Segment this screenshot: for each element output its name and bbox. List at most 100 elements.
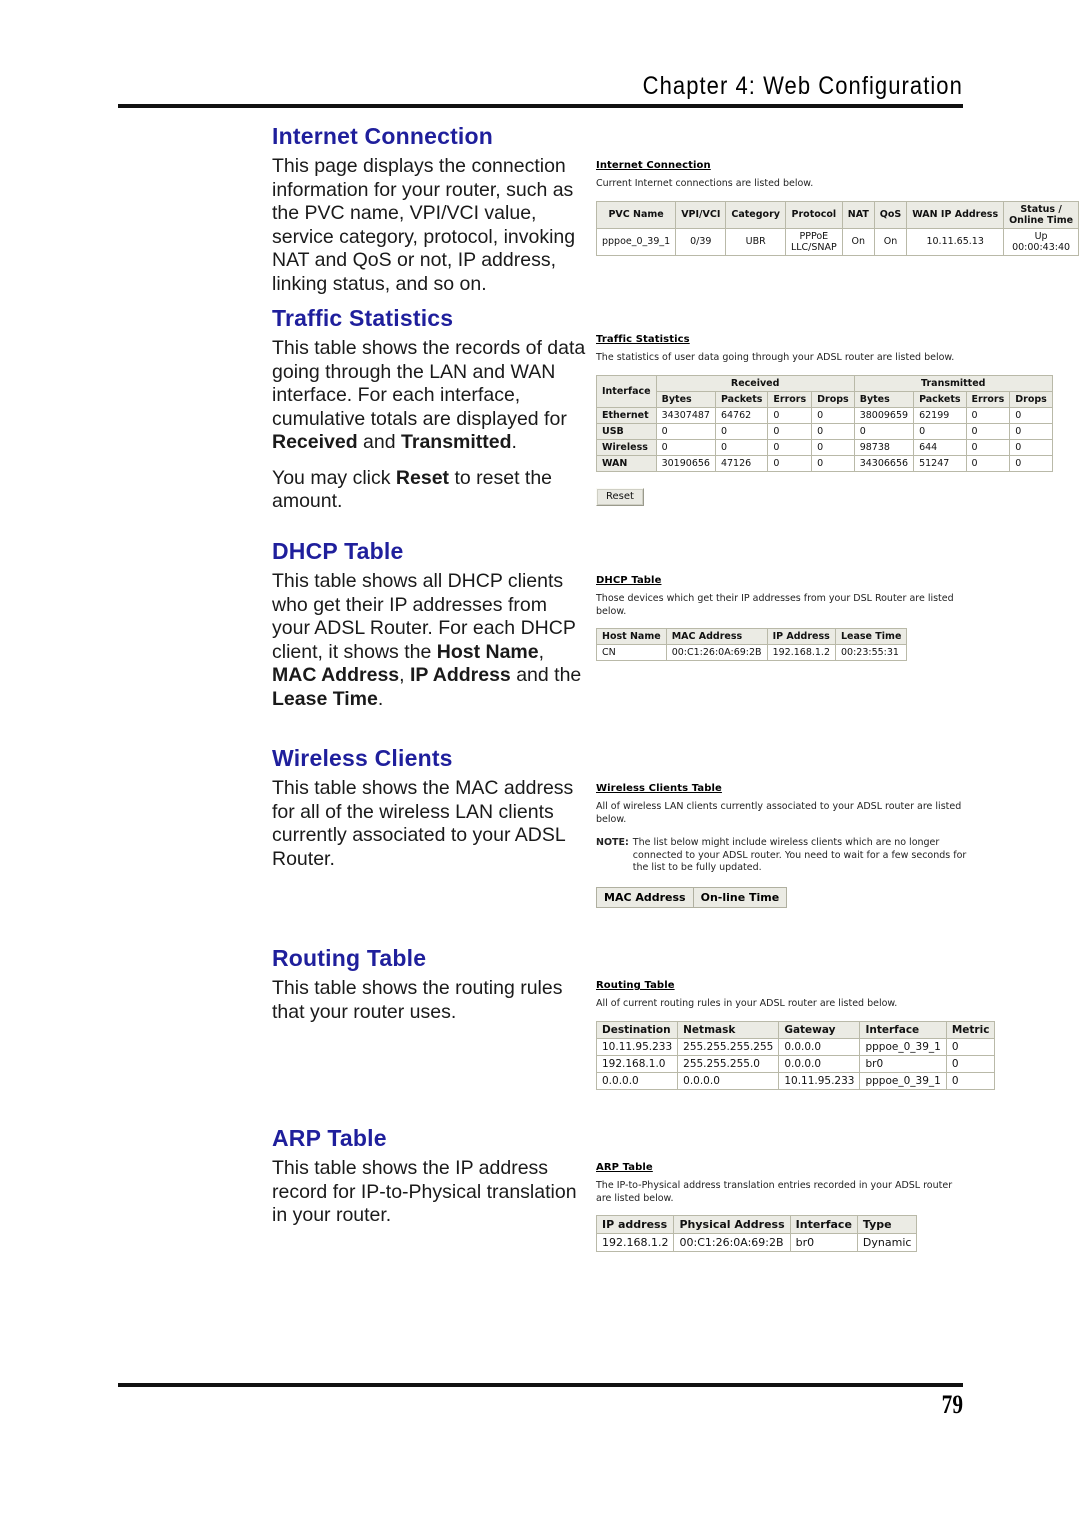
- dhcp-table: Host Name MAC Address IP Address Lease T…: [596, 628, 908, 661]
- col-tx-drops: Drops: [1009, 390, 1053, 408]
- cell-qos: On: [873, 227, 908, 256]
- cell-nat: On: [841, 227, 875, 256]
- cell-rx-drops: 0: [811, 422, 855, 440]
- cell-ip-address: 192.168.1.2: [595, 1233, 675, 1252]
- cell-tx-bytes: 98738: [853, 438, 915, 456]
- paragraph-dhcp-table: This table shows all DHCP clients who ge…: [272, 570, 590, 711]
- cell-tx-bytes: 38009659: [853, 406, 915, 424]
- tx-2b: Reset: [395, 466, 450, 489]
- figure-desc-wireless-clients: All of wireless LAN clients currently as…: [596, 801, 962, 825]
- col-gateway: Gateway: [778, 1020, 861, 1039]
- section-wireless-clients: Wireless Clients This table shows the MA…: [272, 745, 590, 883]
- dh-i: .: [377, 687, 384, 710]
- figure-desc-dhcp-table: Those devices which get their IP address…: [596, 593, 954, 617]
- cell-tx-drops: 0: [1009, 406, 1053, 424]
- col-rx-drops: Drops: [811, 390, 855, 408]
- col-metric: Metric: [945, 1020, 996, 1039]
- cell-gateway: 10.11.95.233: [778, 1071, 861, 1090]
- cell-rx-bytes: 0: [655, 422, 716, 440]
- figure-routing-table: Routing Table All of current routing rul…: [595, 980, 996, 1090]
- col-tx-errors: Errors: [965, 390, 1011, 408]
- cell-interface: pppoe_0_39_1: [859, 1037, 947, 1056]
- cell-tx-bytes: 0: [853, 422, 915, 440]
- tx-1a: This table shows the records of data goi…: [272, 337, 586, 430]
- cell-rx-drops: 0: [811, 406, 855, 424]
- cell-rx-errors: 0: [767, 406, 813, 424]
- table-row: WAN 30190656 47126 0 0 34306656 51247 0 …: [596, 454, 1053, 472]
- cell-rx-packets: 47126: [714, 454, 769, 472]
- dh-e: ,: [399, 664, 410, 687]
- cell-vpi-vci: 0/39: [675, 227, 727, 256]
- cell-rx-packets: 64762: [714, 406, 769, 424]
- cell-rx-errors: 0: [767, 454, 813, 472]
- cell-netmask: 255.255.255.0: [677, 1054, 780, 1073]
- figure-desc-traffic-statistics: The statistics of user data going throug…: [596, 352, 955, 363]
- col-nat: NAT: [841, 200, 875, 229]
- section-arp-table: ARP Table This table shows the IP addres…: [272, 1125, 590, 1240]
- paragraph-wireless-clients: This table shows the MAC address for all…: [272, 777, 574, 870]
- cell-interface: br0: [859, 1054, 947, 1073]
- tx-1d: Transmitted: [401, 431, 512, 454]
- heading-traffic-statistics: Traffic Statistics: [272, 305, 454, 331]
- cell-tx-packets: 0: [913, 422, 967, 440]
- table-row: USB 0 0 0 0 0 0 0 0: [596, 422, 1053, 440]
- reset-button[interactable]: Reset: [596, 487, 644, 506]
- status-line1: Up: [1034, 230, 1048, 242]
- section-routing-table: Routing Table This table shows the routi…: [272, 945, 590, 1036]
- col-rx-bytes: Bytes: [655, 390, 716, 408]
- cell-tx-drops: 0: [1009, 438, 1053, 456]
- cell-wan-ip-address: 10.11.65.13: [906, 227, 1005, 256]
- paragraph-arp-table: This table shows the IP address record f…: [272, 1157, 577, 1227]
- chapter-title: Chapter 4: Web Configuration: [642, 72, 963, 100]
- figure-desc-routing-table: All of current routing rules in your ADS…: [596, 998, 898, 1009]
- cell-host-name: CN: [596, 644, 667, 661]
- cell-rx-errors: 0: [767, 422, 813, 440]
- status-header-line1: Status /: [1020, 203, 1062, 215]
- figure-arp-table: ARP Table The IP-to-Physical address tra…: [595, 1162, 966, 1252]
- cell-tx-errors: 0: [965, 438, 1011, 456]
- table-row: Ethernet 34307487 64762 0 0 38009659 621…: [596, 406, 1053, 424]
- cell-category: UBR: [725, 227, 786, 256]
- tx-1b: Received: [272, 431, 358, 454]
- col-rx-packets: Packets: [714, 390, 769, 408]
- heading-internet-connection: Internet Connection: [272, 123, 494, 149]
- col-netmask: Netmask: [677, 1020, 780, 1039]
- dh-b: Host Name: [436, 640, 539, 663]
- cell-netmask: 0.0.0.0: [677, 1071, 780, 1090]
- cell-metric: 0: [945, 1054, 996, 1073]
- figure-title-wireless-clients: Wireless Clients Table: [596, 783, 722, 794]
- cell-type: Dynamic: [856, 1233, 918, 1252]
- cell-tx-packets: 51247: [913, 454, 967, 472]
- cell-metric: 0: [945, 1071, 996, 1090]
- table-header-group-row: Interface Received Transmitted: [596, 374, 1053, 408]
- cell-destination: 192.168.1.0: [595, 1054, 679, 1073]
- figure-internet-connection: Internet Connection Current Internet con…: [595, 160, 1080, 256]
- cell-lease-time: 00:23:55:31: [834, 644, 908, 661]
- col-mac-address: MAC Address: [665, 628, 768, 645]
- cell-pvc-name: pppoe_0_39_1: [595, 227, 677, 256]
- figure-desc-internet-connection: Current Internet connections are listed …: [596, 178, 814, 189]
- col-physical-address: Physical Address: [673, 1215, 791, 1234]
- paragraph-traffic-statistics-1: This table shows the records of data goi…: [272, 337, 590, 455]
- col-rx-errors: Errors: [767, 390, 813, 408]
- dh-g: and the: [510, 664, 582, 687]
- page-header: Chapter 4: Web Configuration: [118, 72, 963, 101]
- note-label: NOTE:: [596, 837, 629, 848]
- col-pvc-name: PVC Name: [595, 200, 677, 229]
- status-line2: 00:00:43:40: [1012, 241, 1071, 253]
- col-lease-time: Lease Time: [834, 628, 908, 645]
- table-header-row: Destination Netmask Gateway Interface Me…: [595, 1020, 996, 1039]
- col-mac-address: MAC Address: [596, 886, 694, 908]
- cell-interface: pppoe_0_39_1: [859, 1071, 947, 1090]
- figure-title-arp-table: ARP Table: [596, 1162, 653, 1173]
- cell-interface: br0: [789, 1233, 858, 1252]
- table-row: CN 00:C1:26:0A:69:2B 192.168.1.2 00:23:5…: [596, 644, 908, 661]
- routing-table: Destination Netmask Gateway Interface Me…: [595, 1020, 996, 1090]
- table-row: 192.168.1.2 00:C1:26:0A:69:2B br0 Dynami…: [595, 1233, 918, 1252]
- col-ip-address: IP Address: [766, 628, 837, 645]
- internet-connection-table: PVC Name VPI/VCI Category Protocol NAT Q…: [595, 200, 1080, 256]
- heading-dhcp-table: DHCP Table: [272, 538, 404, 564]
- figure-desc-arp-table: The IP-to-Physical address translation e…: [596, 1180, 953, 1204]
- cell-protocol: PPPoE LLC/SNAP: [784, 227, 843, 256]
- header-divider: [118, 104, 963, 108]
